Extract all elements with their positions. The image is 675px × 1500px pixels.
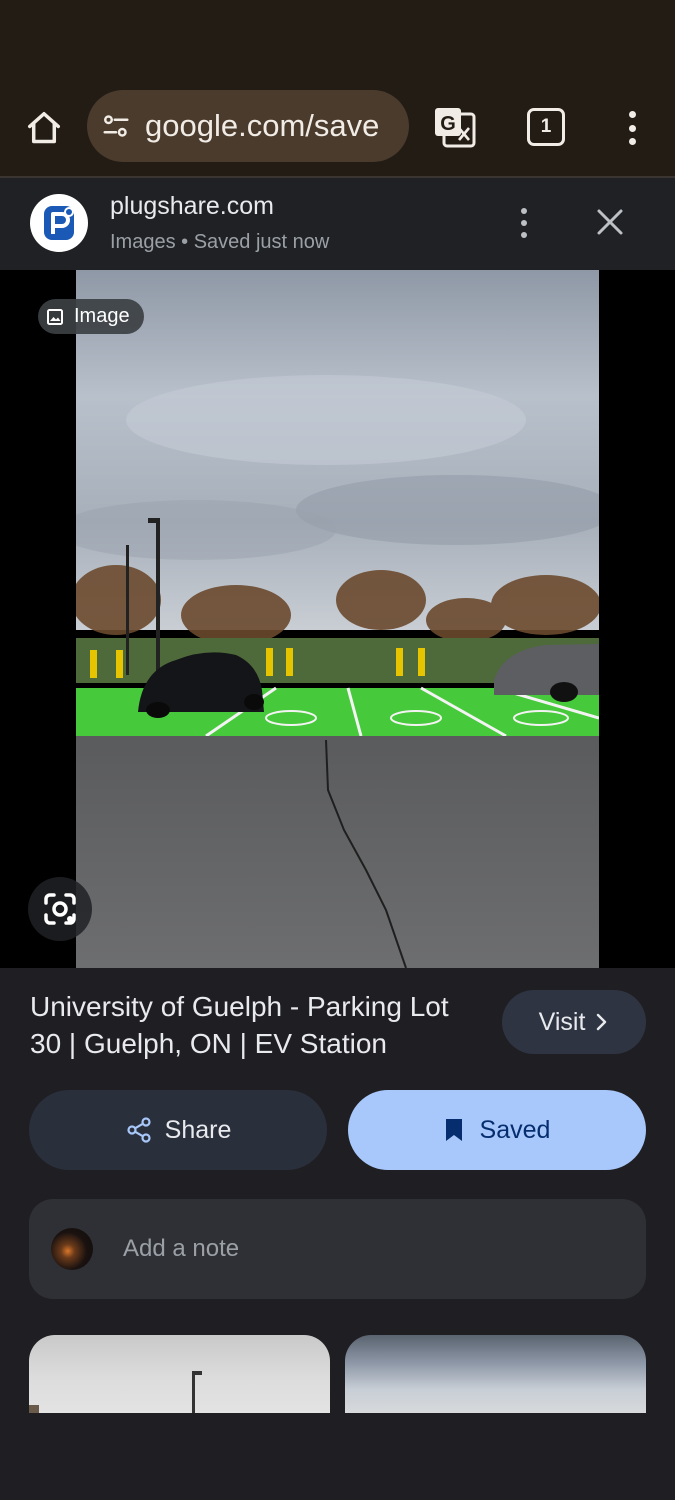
image-icon: [47, 308, 63, 325]
translate-icon: G: [435, 108, 476, 148]
status-bar-area: [0, 0, 675, 90]
plugshare-icon: [44, 206, 74, 240]
image-type-chip: Image: [38, 299, 144, 334]
google-lens-icon: [44, 893, 76, 925]
site-name[interactable]: plugshare.com: [110, 192, 274, 221]
lens-search-button[interactable]: [28, 877, 92, 941]
result-title[interactable]: University of Guelph - Parking Lot 30 | …: [30, 988, 480, 1062]
visit-label: Visit: [538, 1007, 586, 1036]
close-icon: [597, 209, 623, 235]
saved-header: [0, 178, 675, 270]
ev-station-photo[interactable]: [76, 270, 599, 968]
site-info-icon[interactable]: [101, 111, 131, 141]
chevron-right-icon: [597, 1013, 607, 1031]
home-icon: [28, 112, 60, 144]
translate-button[interactable]: G: [432, 104, 478, 150]
more-vert-icon: [628, 111, 636, 118]
tab-count: 1: [540, 116, 552, 137]
saved-status: Images • Saved just now: [110, 231, 330, 253]
home-button[interactable]: [22, 106, 66, 150]
visit-button[interactable]: Visit: [502, 990, 646, 1054]
note-input[interactable]: [123, 1235, 523, 1263]
browser-menu-button[interactable]: [616, 106, 648, 150]
image-chip-label: Image: [74, 305, 130, 327]
plugshare-logo[interactable]: [30, 194, 88, 252]
share-label: Share: [164, 1115, 232, 1144]
more-options-button[interactable]: [510, 204, 538, 242]
saved-button[interactable]: Saved: [348, 1090, 646, 1170]
more-vert-icon: [521, 208, 527, 214]
saved-label: Saved: [479, 1115, 551, 1144]
tab-switcher-button[interactable]: 1: [527, 108, 565, 146]
url-text: google.com/save: [145, 108, 380, 143]
add-note-field[interactable]: [29, 1199, 646, 1299]
close-button[interactable]: [592, 204, 628, 240]
avatar: [51, 1228, 93, 1270]
share-icon: [127, 1117, 151, 1143]
related-image-thumbnail[interactable]: [29, 1335, 330, 1413]
related-image-thumbnail[interactable]: [345, 1335, 646, 1413]
svg-text:G: G: [440, 113, 456, 135]
address-bar[interactable]: google.com/save: [87, 90, 409, 162]
bookmark-filled-icon: [445, 1119, 462, 1141]
share-button[interactable]: Share: [29, 1090, 327, 1170]
